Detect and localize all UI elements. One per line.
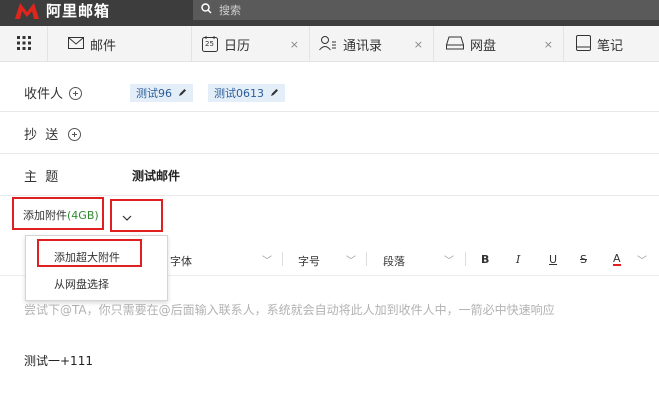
chevron-down-icon[interactable]: ﹀ bbox=[346, 252, 356, 267]
add-cc-icon[interactable] bbox=[68, 128, 81, 141]
recipient-label: 收件人 bbox=[24, 87, 64, 102]
add-attachment-button[interactable]: 添加附件(4GB) bbox=[23, 207, 99, 223]
bold-button[interactable]: B bbox=[481, 253, 489, 266]
chevron-down-icon[interactable]: ﹀ bbox=[262, 252, 272, 267]
tab-calendar[interactable]: 25 日历 × bbox=[192, 26, 310, 62]
logo-icon bbox=[14, 1, 40, 19]
recipient-chip-label: 测试96 bbox=[136, 87, 172, 100]
tab-notes-label: 笔记 bbox=[597, 38, 624, 54]
apps-grid-button[interactable] bbox=[0, 26, 48, 62]
app-name: 阿里邮箱 bbox=[46, 1, 111, 20]
font-color-button[interactable]: A bbox=[613, 253, 621, 266]
tab-bar: 邮件 25 日历 × 通讯录 × 网盘 × 笔记 bbox=[0, 26, 659, 62]
add-recipient-icon[interactable] bbox=[69, 87, 82, 100]
attachment-size-limit: (4GB) bbox=[67, 209, 99, 222]
chevron-down-icon bbox=[122, 211, 132, 225]
editor-body[interactable]: 测试一+111 bbox=[24, 352, 93, 369]
subject-input[interactable]: 测试邮件 bbox=[132, 167, 180, 184]
contacts-icon bbox=[319, 35, 337, 54]
recipient-row: 收件人 测试96 测试0613 bbox=[0, 74, 659, 112]
top-bar: 阿里邮箱 搜索 bbox=[0, 0, 659, 26]
search-input[interactable]: 搜索 bbox=[219, 2, 241, 18]
calendar-icon: 25 bbox=[202, 36, 218, 52]
toolbar-divider bbox=[282, 252, 283, 266]
toolbar-divider bbox=[465, 252, 466, 266]
grid-icon bbox=[16, 35, 31, 53]
menu-highlight-box bbox=[37, 239, 142, 267]
italic-button[interactable]: I bbox=[516, 253, 520, 266]
editor-hint-text: 尝试下@TA，你只需要在@后面输入联系人，系统就会自动将此人加到收件人中，一箭必… bbox=[24, 303, 555, 317]
menu-item-from-cloud-drive[interactable]: 从网盘选择 bbox=[54, 276, 109, 292]
attachment-dropdown-button[interactable] bbox=[110, 199, 163, 232]
paragraph-select[interactable]: 段落 bbox=[383, 253, 405, 269]
subject-label: 主 题 bbox=[24, 170, 59, 185]
edit-pencil-icon[interactable] bbox=[178, 86, 187, 100]
tab-cloud-drive-label: 网盘 bbox=[470, 38, 497, 54]
toolbar-divider bbox=[366, 252, 367, 266]
search-bar[interactable]: 搜索 bbox=[193, 0, 659, 20]
font-size-select[interactable]: 字号 bbox=[298, 253, 320, 269]
chevron-down-icon[interactable]: ﹀ bbox=[444, 252, 454, 267]
notes-icon bbox=[576, 34, 591, 54]
add-attachment-label: 添加附件 bbox=[23, 209, 67, 222]
tab-mail-label: 邮件 bbox=[90, 38, 117, 54]
tab-calendar-close-button[interactable]: × bbox=[290, 38, 299, 51]
tab-contacts-close-button[interactable]: × bbox=[414, 38, 423, 51]
tab-notes[interactable]: 笔记 bbox=[564, 26, 659, 62]
strikethrough-button[interactable]: S bbox=[580, 253, 587, 266]
search-icon bbox=[201, 3, 212, 17]
chevron-down-icon[interactable]: ﹀ bbox=[637, 252, 647, 267]
edit-pencil-icon[interactable] bbox=[270, 86, 279, 100]
tab-cloud-drive-close-button[interactable]: × bbox=[544, 38, 553, 51]
cc-row: 抄 送 bbox=[0, 114, 659, 154]
calendar-date: 25 bbox=[205, 40, 214, 48]
app-logo[interactable]: 阿里邮箱 bbox=[14, 0, 110, 20]
tab-contacts[interactable]: 通讯录 × bbox=[310, 26, 434, 62]
tab-calendar-label: 日历 bbox=[224, 38, 251, 54]
recipient-chip[interactable]: 测试96 bbox=[130, 84, 193, 102]
subject-row: 主 题 测试邮件 bbox=[0, 156, 659, 196]
tab-mail[interactable]: 邮件 bbox=[48, 26, 192, 62]
tab-contacts-label: 通讯录 bbox=[343, 38, 383, 54]
underline-button[interactable]: U bbox=[549, 253, 557, 266]
recipient-chip-label: 测试0613 bbox=[214, 87, 264, 100]
mail-icon bbox=[68, 36, 84, 52]
cloud-drive-icon bbox=[446, 36, 464, 53]
font-family-select[interactable]: 字体 bbox=[170, 253, 192, 269]
cc-label: 抄 送 bbox=[24, 128, 59, 143]
tab-cloud-drive[interactable]: 网盘 × bbox=[434, 26, 564, 62]
recipient-chip[interactable]: 测试0613 bbox=[208, 84, 285, 102]
